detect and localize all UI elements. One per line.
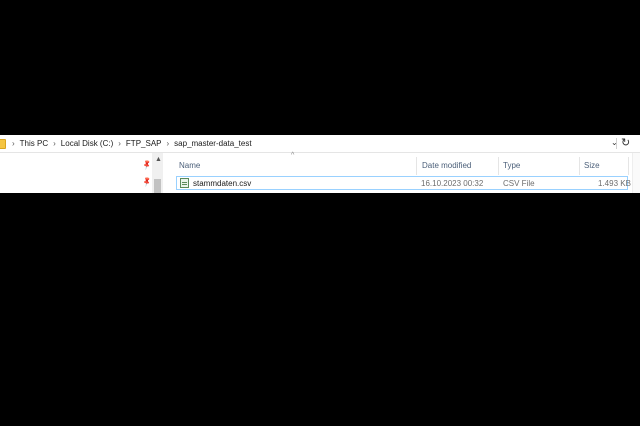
table-row[interactable]: stammdaten.csv 16.10.2023 00:32 CSV File… (176, 176, 631, 190)
chevron-right-icon[interactable]: › (51, 139, 58, 148)
chevron-right-icon[interactable]: › (116, 139, 123, 148)
column-divider[interactable] (498, 157, 499, 175)
navigation-pane: 📌 📌 ▲ (0, 153, 165, 193)
breadcrumb-this-pc[interactable]: This PC (17, 139, 51, 148)
scrollbar-thumb[interactable] (154, 179, 161, 193)
address-divider (616, 138, 617, 149)
file-name: stammdaten.csv (193, 179, 252, 188)
breadcrumb-local-disk[interactable]: Local Disk (C:) (58, 139, 116, 148)
column-header-row: Name Date modified Type Size (170, 157, 640, 175)
address-bar[interactable]: › This PC › Local Disk (C:) › FTP_SAP › … (0, 135, 640, 153)
column-divider[interactable] (628, 157, 629, 175)
csv-file-icon (180, 178, 189, 188)
breadcrumb-ftp-sap[interactable]: FTP_SAP (123, 139, 165, 148)
file-list: ^ Name Date modified Type Size stammdate… (170, 152, 640, 193)
column-header-size[interactable]: Size (584, 161, 600, 170)
chevron-right-icon[interactable]: › (10, 139, 17, 148)
column-header-type[interactable]: Type (503, 161, 520, 170)
breadcrumb: › This PC › Local Disk (C:) › FTP_SAP › … (10, 139, 255, 148)
scroll-up-icon[interactable]: ▲ (155, 156, 162, 163)
column-divider[interactable] (579, 157, 580, 175)
column-divider[interactable] (416, 157, 417, 175)
vertical-scrollbar[interactable] (632, 153, 640, 193)
file-date-modified: 16.10.2023 00:32 (421, 179, 484, 188)
file-type: CSV File (503, 179, 535, 188)
breadcrumb-sap-master-data-test[interactable]: sap_master-data_test (171, 139, 254, 148)
chevron-right-icon[interactable]: › (165, 139, 172, 148)
file-explorer-window: › This PC › Local Disk (C:) › FTP_SAP › … (0, 135, 640, 193)
refresh-icon[interactable]: ↻ (621, 136, 630, 149)
nav-scrollbar[interactable]: ▲ (152, 153, 163, 193)
column-header-name[interactable]: Name (179, 161, 200, 170)
file-size: 1.493 KB (598, 179, 631, 188)
column-header-date-modified[interactable]: Date modified (422, 161, 471, 170)
folder-icon (0, 139, 6, 149)
